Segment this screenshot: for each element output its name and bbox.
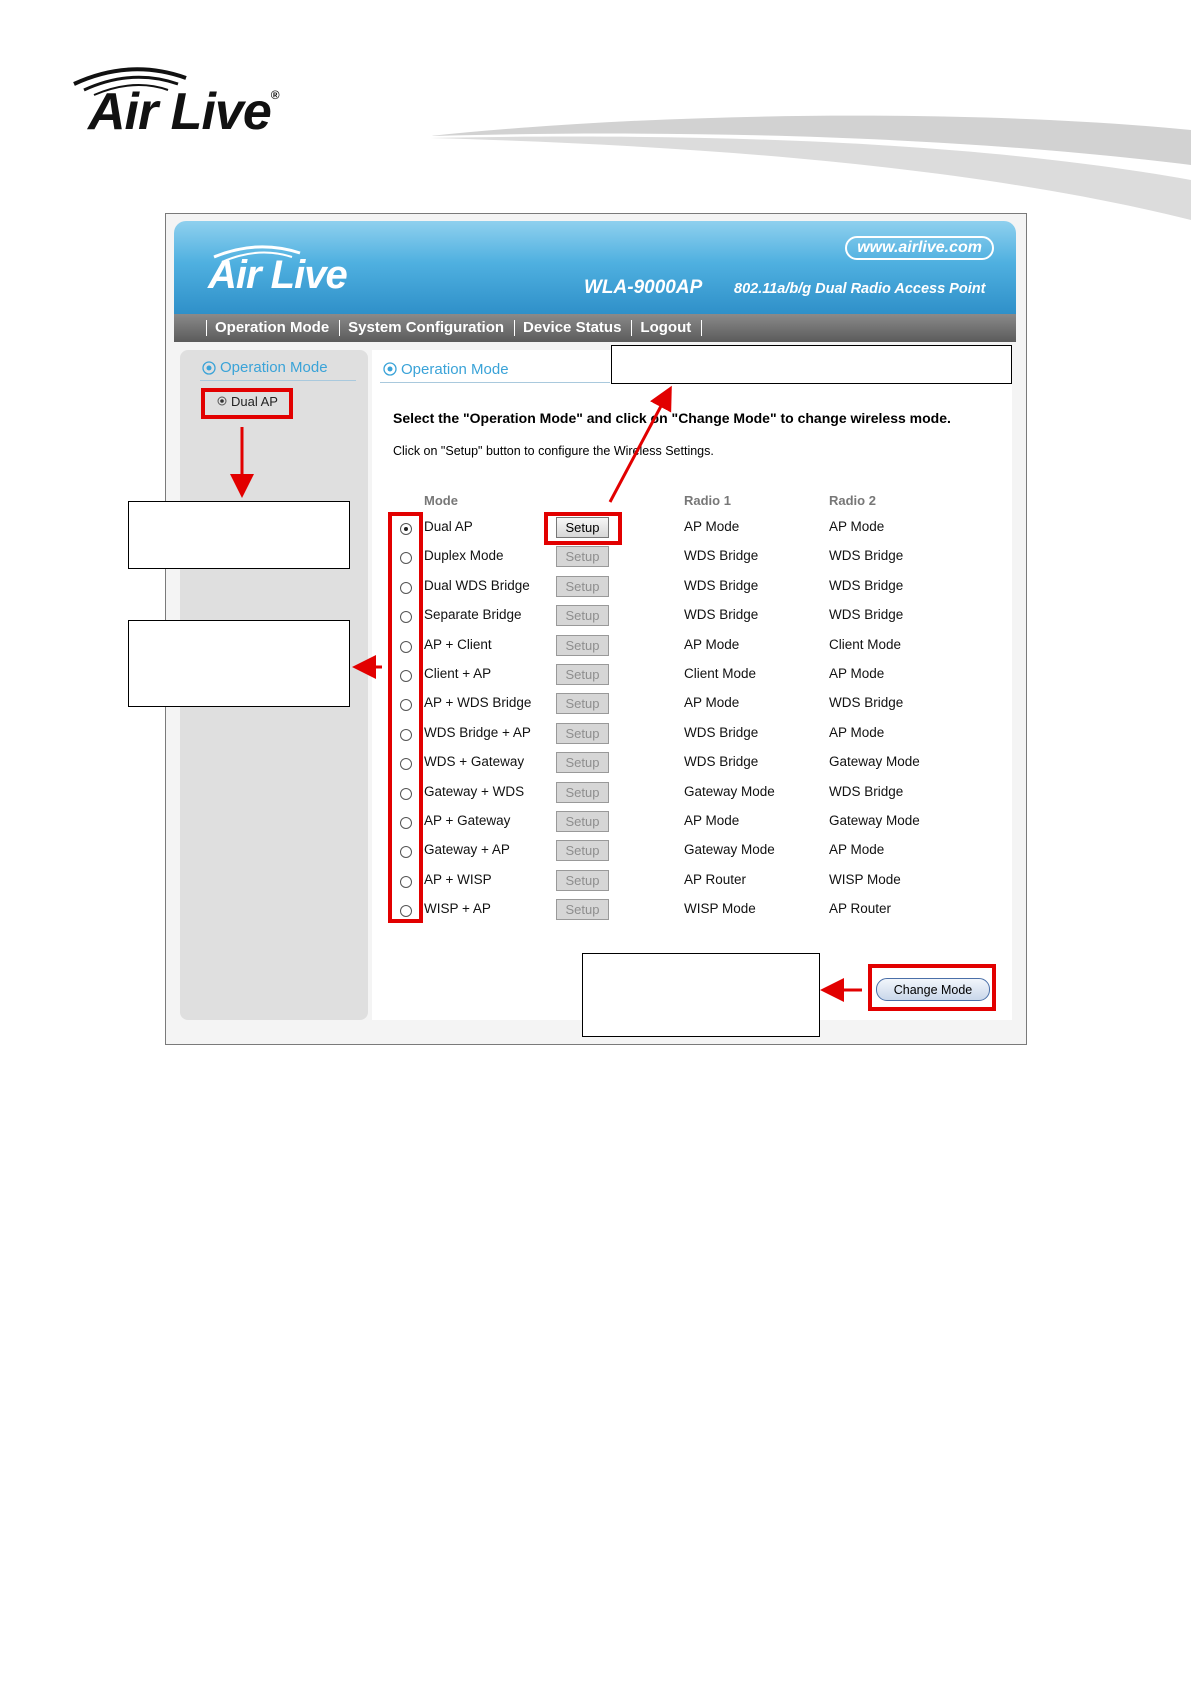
arrow-up-icon <box>608 385 672 503</box>
annotation-arrows <box>230 385 862 1002</box>
